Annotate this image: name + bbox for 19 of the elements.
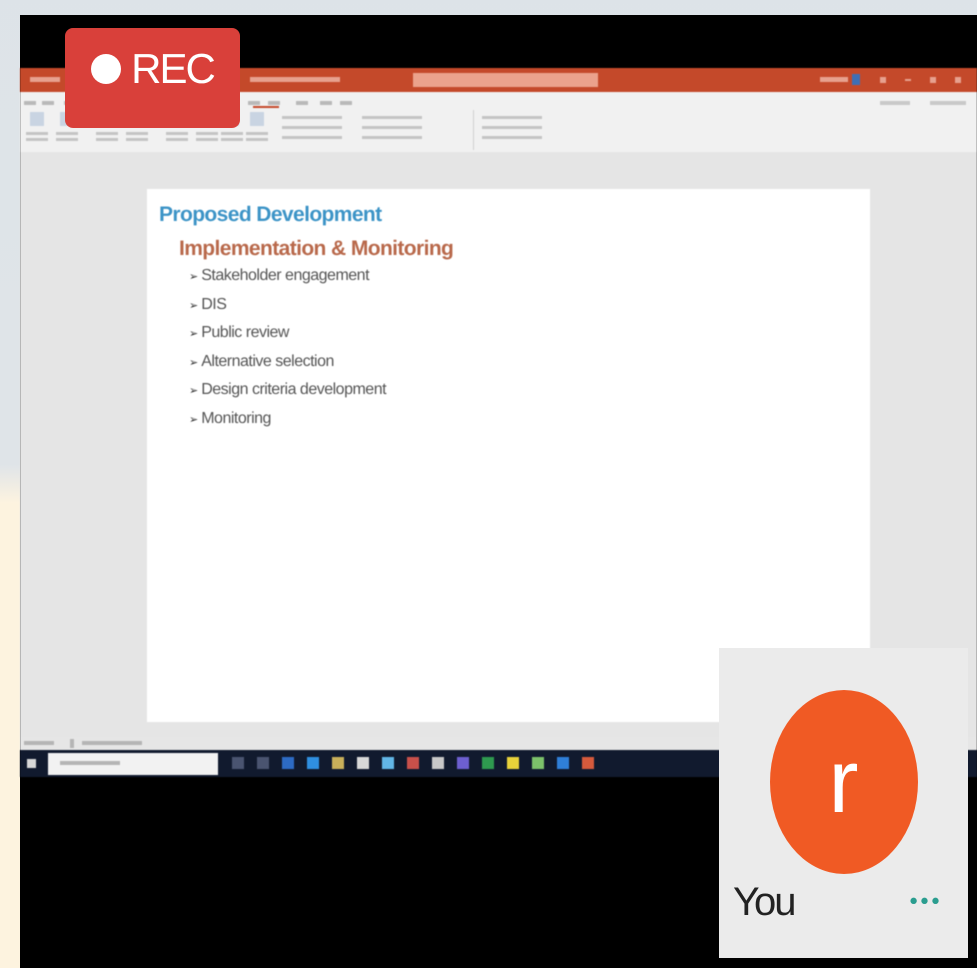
participant-name: You — [733, 880, 794, 925]
bullet-marker: ➢ — [189, 356, 198, 368]
record-dot-icon — [91, 54, 122, 84]
bullet-marker: ➢ — [189, 327, 198, 340]
bullet-text: Alternative selection — [201, 352, 334, 370]
recording-label: REC — [131, 45, 214, 93]
more-options-icon[interactable]: ••• — [907, 890, 940, 915]
bullet-marker: ➢ — [189, 384, 198, 397]
bullet-text: Stakeholder engagement — [201, 267, 370, 285]
bullet-text: DIS — [201, 296, 226, 314]
bullet-text: Design criteria development — [201, 381, 386, 399]
slide-subtitle: Implementation & Monitoring — [179, 237, 454, 261]
slide-title: Proposed Development — [159, 203, 382, 227]
bullet-text: Monitoring — [201, 410, 271, 428]
bullet-marker: ➢ — [189, 412, 198, 426]
bullet-marker: ➢ — [189, 298, 198, 312]
bullet-marker: ➢ — [189, 270, 198, 283]
bullet-text: Public review — [201, 324, 289, 342]
avatar: r — [770, 690, 918, 874]
